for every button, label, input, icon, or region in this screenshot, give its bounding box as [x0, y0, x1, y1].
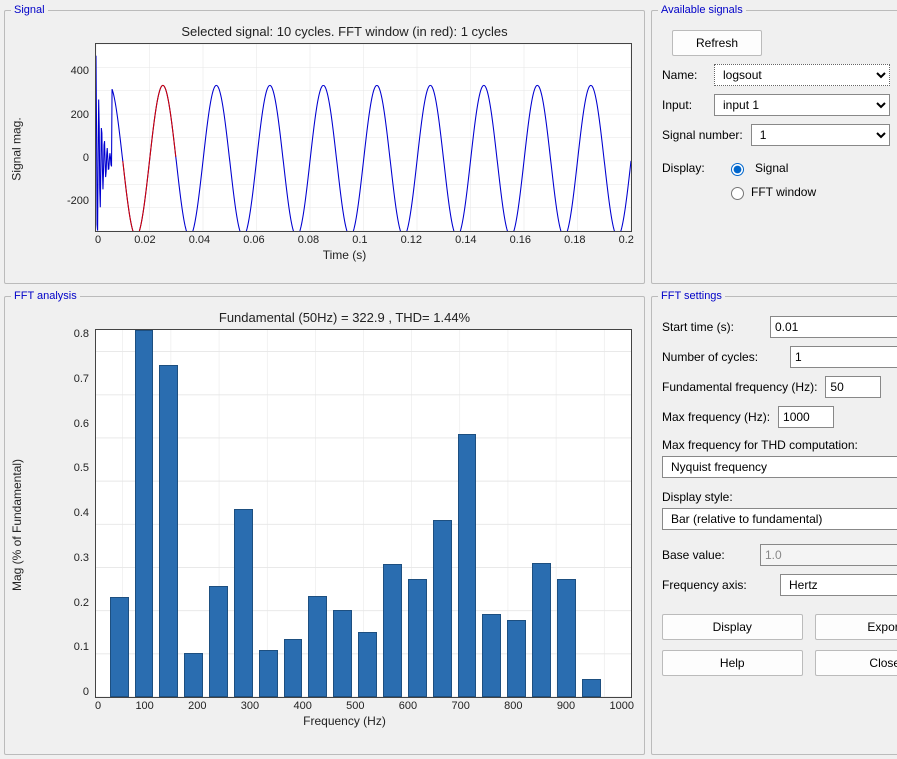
fft-bar — [358, 632, 377, 697]
base-value-input — [760, 544, 897, 566]
signal-number-select[interactable]: 1 — [751, 124, 890, 146]
fft-settings-panel: FFT settings Start time (s): Number of c… — [651, 290, 897, 755]
fft-bar — [408, 579, 427, 697]
fft-plot — [95, 329, 632, 698]
signal-y-ticks: 4002000-200 — [55, 43, 93, 232]
fft-bar — [184, 653, 203, 697]
display-fft-window-radio[interactable] — [731, 187, 744, 200]
fft-bar — [458, 434, 477, 697]
fft-bar — [532, 563, 551, 697]
frequency-axis-label: Frequency axis: — [662, 578, 772, 592]
input-select[interactable]: input 1 — [714, 94, 890, 116]
fft-bar — [209, 586, 228, 697]
fft-bar — [582, 679, 601, 697]
fft-bar — [482, 614, 501, 697]
display-label: Display: — [662, 161, 718, 175]
display-style-select[interactable]: Bar (relative to fundamental) — [662, 508, 897, 530]
signal-chart-title: Selected signal: 10 cycles. FFT window (… — [55, 24, 634, 39]
signal-panel: Signal Signal mag. Selected signal: 10 c… — [4, 4, 645, 284]
available-signals-title: Available signals — [658, 4, 746, 16]
available-signals-panel: Available signals Refresh Name: logsout … — [651, 4, 897, 284]
fft-bar — [507, 620, 526, 697]
thd-maxfreq-label: Max frequency for THD computation: — [662, 438, 897, 452]
fft-bars — [96, 330, 631, 697]
signal-x-ticks: 00.020.040.060.080.10.120.140.160.180.2 — [95, 234, 634, 246]
signal-plot-svg — [96, 44, 631, 231]
fft-bar — [308, 596, 327, 697]
name-select[interactable]: logsout — [714, 64, 890, 86]
display-signal-radio-label: Signal — [755, 161, 788, 175]
fft-x-ticks: 01002003004005006007008009001000 — [95, 700, 634, 712]
help-button[interactable]: Help — [662, 650, 803, 676]
max-freq-label: Max frequency (Hz): — [662, 410, 770, 424]
fft-xlabel: Frequency (Hz) — [55, 714, 634, 728]
signal-ylabel: Signal mag. — [10, 117, 24, 180]
fft-ylabel: Mag (% of Fundamental) — [10, 459, 24, 591]
fft-analysis-title: FFT analysis — [11, 290, 80, 302]
fundamental-freq-label: Fundamental frequency (Hz): — [662, 380, 817, 394]
max-freq-input[interactable] — [778, 406, 834, 428]
thd-maxfreq-select[interactable]: Nyquist frequency — [662, 456, 897, 478]
signal-plot — [95, 43, 632, 232]
fft-bar — [259, 650, 278, 697]
fft-chart-title: Fundamental (50Hz) = 322.9 , THD= 1.44% — [55, 310, 634, 325]
display-fft-window-radio-label: FFT window — [751, 185, 816, 199]
fft-bar — [234, 509, 253, 697]
fft-y-ticks: 0.80.70.60.50.40.30.20.10 — [55, 329, 93, 698]
name-label: Name: — [662, 68, 706, 82]
fft-bar — [333, 610, 352, 697]
frequency-axis-select[interactable]: Hertz — [780, 574, 897, 596]
fft-bar — [284, 639, 303, 697]
fft-bar — [557, 579, 576, 697]
number-cycles-label: Number of cycles: — [662, 350, 782, 364]
signal-number-label: Signal number: — [662, 128, 743, 142]
signal-xlabel: Time (s) — [55, 248, 634, 262]
export-button[interactable]: Export — [815, 614, 897, 640]
fft-analysis-panel: FFT analysis Mag (% of Fundamental) Fund… — [4, 290, 645, 755]
fft-bar — [135, 330, 154, 697]
number-cycles-input[interactable] — [790, 346, 897, 368]
fundamental-freq-input[interactable] — [825, 376, 881, 398]
fft-bar — [110, 597, 129, 697]
start-time-input[interactable] — [770, 316, 897, 338]
display-button[interactable]: Display — [662, 614, 803, 640]
refresh-button[interactable]: Refresh — [672, 30, 762, 56]
fft-settings-title: FFT settings — [658, 290, 725, 302]
close-button[interactable]: Close — [815, 650, 897, 676]
input-label: Input: — [662, 98, 706, 112]
fft-bar — [383, 564, 402, 697]
fft-bar — [433, 520, 452, 697]
display-signal-radio[interactable] — [731, 163, 744, 176]
display-style-label: Display style: — [662, 490, 897, 504]
signal-panel-title: Signal — [11, 4, 48, 16]
base-value-label: Base value: — [662, 548, 752, 562]
start-time-label: Start time (s): — [662, 320, 762, 334]
fft-bar — [159, 365, 178, 697]
